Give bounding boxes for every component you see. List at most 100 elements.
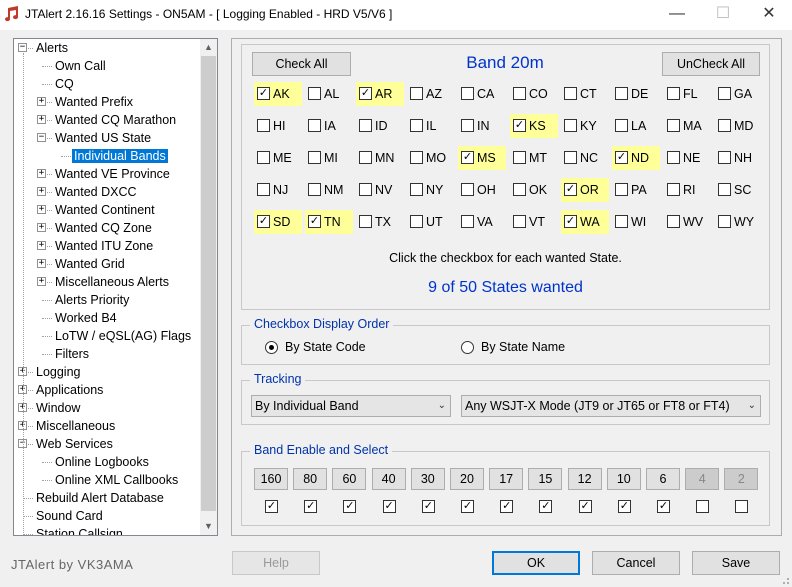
band-checkbox-160[interactable]: ✓: [265, 500, 278, 513]
state-la[interactable]: LA: [612, 114, 660, 138]
uncheck-all-button[interactable]: UnCheck All: [662, 52, 760, 76]
collapse-icon[interactable]: −: [18, 43, 27, 52]
help-button[interactable]: Help: [232, 551, 320, 575]
state-checkbox[interactable]: [615, 183, 628, 196]
state-wi[interactable]: WI: [612, 210, 660, 234]
maximize-button[interactable]: ☐: [700, 0, 746, 30]
scroll-up-icon[interactable]: ▲: [200, 39, 217, 56]
state-wv[interactable]: WV: [664, 210, 712, 234]
state-ar[interactable]: ✓ AR: [356, 82, 404, 106]
state-sc[interactable]: SC: [715, 178, 763, 202]
tree-item[interactable]: Miscellaneous: [34, 417, 117, 435]
tree-item[interactable]: Own Call: [53, 57, 108, 75]
state-checkbox[interactable]: [257, 119, 270, 132]
band-button-12[interactable]: 12: [567, 468, 602, 490]
band-button-15[interactable]: 15: [528, 468, 563, 490]
state-or[interactable]: ✓ OR: [561, 178, 609, 202]
state-nh[interactable]: NH: [715, 146, 763, 170]
state-ny[interactable]: NY: [407, 178, 455, 202]
band-checkbox-80[interactable]: ✓: [304, 500, 318, 513]
state-checkbox[interactable]: [410, 215, 423, 228]
state-ct[interactable]: CT: [561, 82, 609, 106]
state-wa[interactable]: ✓ WA: [561, 210, 609, 234]
tree-item[interactable]: Wanted US State: [53, 129, 153, 147]
state-id[interactable]: ID: [356, 114, 404, 138]
state-checkbox[interactable]: [308, 87, 321, 100]
state-checkbox[interactable]: [667, 87, 680, 100]
state-checkbox[interactable]: ✓: [564, 215, 577, 228]
tree-item[interactable]: Wanted CQ Marathon: [53, 111, 178, 129]
expand-icon[interactable]: +: [37, 259, 46, 268]
band-checkbox-12[interactable]: ✓: [578, 500, 592, 513]
band-button-160[interactable]: 160: [254, 468, 288, 490]
band-button-17[interactable]: 17: [489, 468, 524, 490]
tree-item[interactable]: Individual Bands: [71, 147, 169, 165]
tree-item[interactable]: Online Logbooks: [53, 453, 151, 471]
state-nd[interactable]: ✓ ND: [612, 146, 660, 170]
tree-item[interactable]: Web Services: [34, 435, 115, 453]
state-ma[interactable]: MA: [664, 114, 712, 138]
state-checkbox[interactable]: [461, 183, 474, 196]
state-checkbox[interactable]: ✓: [513, 119, 526, 132]
state-checkbox[interactable]: ✓: [564, 183, 577, 196]
scroll-down-icon[interactable]: ▼: [200, 518, 217, 535]
state-checkbox[interactable]: [359, 151, 372, 164]
band-button-10[interactable]: 10: [606, 468, 641, 490]
state-al[interactable]: AL: [305, 82, 353, 106]
tree-item[interactable]: Wanted Prefix: [53, 93, 135, 111]
state-ks[interactable]: ✓ KS: [510, 114, 558, 138]
state-checkbox[interactable]: [564, 87, 577, 100]
tracking-mode-select[interactable]: Any WSJT-X Mode (JT9 or JT65 or FT8 or F…: [461, 395, 761, 417]
tree-item[interactable]: Applications: [34, 381, 105, 399]
state-ms[interactable]: ✓ MS: [458, 146, 506, 170]
state-pa[interactable]: PA: [612, 178, 660, 202]
state-co[interactable]: CO: [510, 82, 558, 106]
tree-item[interactable]: Wanted Continent: [53, 201, 157, 219]
tree-item[interactable]: Wanted ITU Zone: [53, 237, 155, 255]
band-button-80[interactable]: 80: [293, 468, 328, 490]
state-tx[interactable]: TX: [356, 210, 404, 234]
scroll-thumb[interactable]: [201, 56, 216, 511]
state-checkbox[interactable]: ✓: [359, 87, 372, 100]
state-sd[interactable]: ✓ SD: [254, 210, 302, 234]
state-checkbox[interactable]: [513, 215, 526, 228]
state-checkbox[interactable]: [410, 119, 423, 132]
tree-item[interactable]: Station Callsign: [34, 525, 125, 535]
state-il[interactable]: IL: [407, 114, 455, 138]
state-checkbox[interactable]: [718, 151, 731, 164]
state-checkbox[interactable]: [308, 119, 321, 132]
state-nv[interactable]: NV: [356, 178, 404, 202]
state-checkbox[interactable]: ✓: [257, 87, 270, 100]
expand-icon[interactable]: +: [37, 223, 46, 232]
band-checkbox-60[interactable]: ✓: [343, 500, 357, 513]
state-checkbox[interactable]: [513, 183, 526, 196]
state-az[interactable]: AZ: [407, 82, 455, 106]
tracking-band-select[interactable]: By Individual Band ⌄: [251, 395, 451, 417]
tree-item[interactable]: Alerts Priority: [53, 291, 131, 309]
band-checkbox-30[interactable]: ✓: [421, 500, 435, 513]
state-vt[interactable]: VT: [510, 210, 558, 234]
state-checkbox[interactable]: [667, 151, 680, 164]
state-checkbox[interactable]: [667, 119, 680, 132]
tree-item[interactable]: Wanted DXCC: [53, 183, 139, 201]
tree-item[interactable]: Window: [34, 399, 82, 417]
state-checkbox[interactable]: [718, 119, 731, 132]
state-mn[interactable]: MN: [356, 146, 404, 170]
expand-icon[interactable]: +: [37, 205, 46, 214]
expand-icon[interactable]: +: [37, 97, 46, 106]
state-ri[interactable]: RI: [664, 178, 712, 202]
tree-item[interactable]: Alerts: [34, 39, 70, 57]
ok-button[interactable]: OK: [492, 551, 580, 575]
state-checkbox[interactable]: ✓: [615, 151, 628, 164]
band-checkbox-2[interactable]: [735, 500, 749, 513]
tree-item[interactable]: Miscellaneous Alerts: [53, 273, 171, 291]
state-in[interactable]: IN: [458, 114, 506, 138]
state-ut[interactable]: UT: [407, 210, 455, 234]
band-checkbox-20[interactable]: ✓: [461, 500, 474, 513]
state-checkbox[interactable]: [564, 151, 577, 164]
band-checkbox-17[interactable]: ✓: [500, 500, 514, 513]
band-checkbox-15[interactable]: ✓: [539, 500, 553, 513]
tree-item[interactable]: Logging: [34, 363, 83, 381]
state-ca[interactable]: CA: [458, 82, 506, 106]
state-checkbox[interactable]: ✓: [461, 151, 474, 164]
